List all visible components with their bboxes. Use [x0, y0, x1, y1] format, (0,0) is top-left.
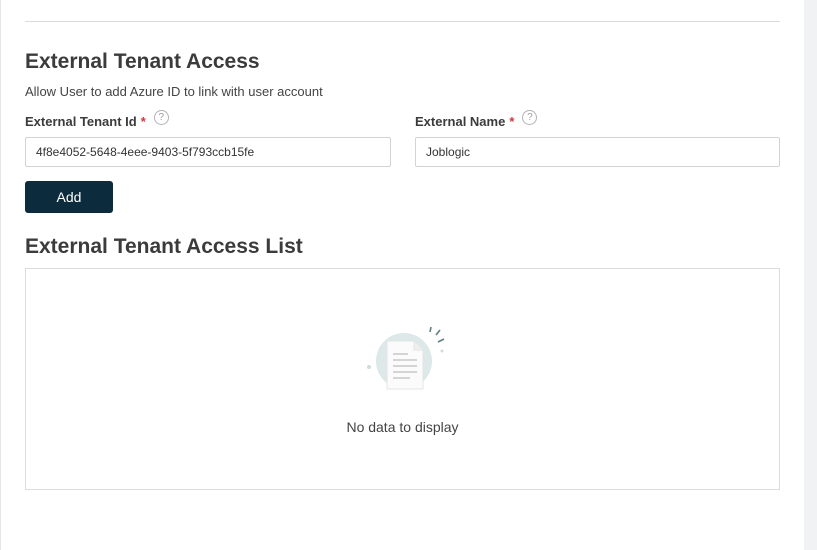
required-marker: * [140, 114, 146, 129]
tenant-id-label-text: External Tenant Id [25, 114, 137, 129]
tenant-access-list: No data to display [25, 268, 780, 490]
tenant-id-label: External Tenant Id * ? [25, 110, 169, 129]
section-title: External Tenant Access [25, 50, 260, 73]
help-icon[interactable]: ? [522, 110, 538, 125]
tenant-id-input[interactable] [25, 137, 391, 167]
external-name-label-text: External Name [415, 114, 506, 129]
empty-state-text: No data to display [346, 419, 459, 435]
section-description: Allow User to add Azure ID to link with … [25, 84, 323, 99]
external-name-label: External Name * ? [415, 110, 538, 129]
required-marker: * [509, 114, 515, 129]
scrollbar-track[interactable] [804, 0, 817, 550]
help-icon[interactable]: ? [153, 110, 169, 125]
add-button[interactable]: Add [25, 181, 113, 213]
page-left-border [0, 0, 1, 550]
section-divider [25, 21, 780, 22]
external-name-input[interactable] [415, 137, 780, 167]
empty-document-icon [367, 327, 445, 390]
list-title: External Tenant Access List [25, 235, 303, 258]
